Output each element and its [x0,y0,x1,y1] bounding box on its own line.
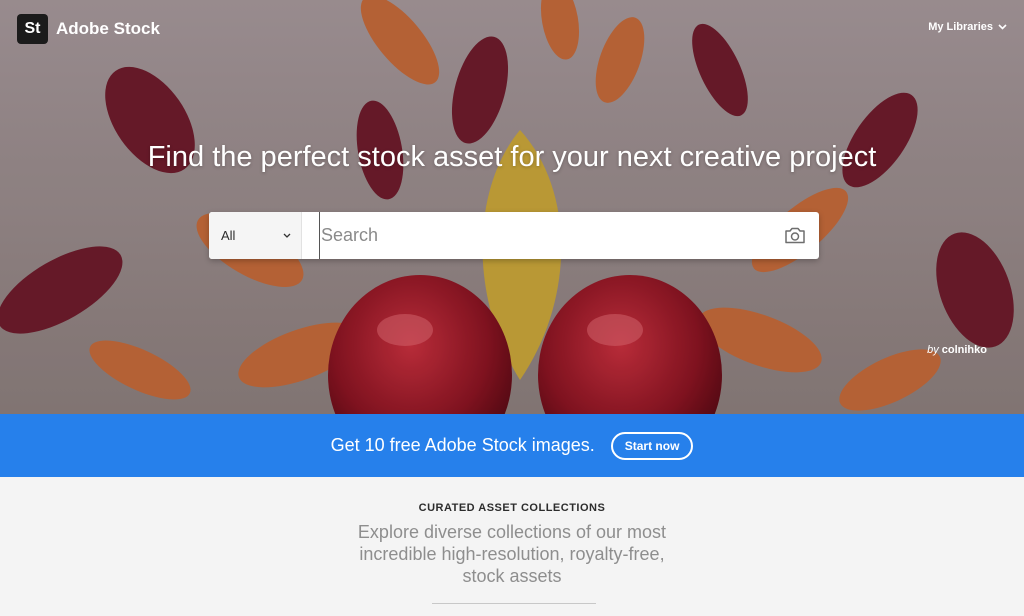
search-type-value: All [221,228,236,243]
visual-search-button[interactable] [771,212,819,259]
promo-banner: Get 10 free Adobe Stock images. Start no… [0,414,1024,477]
chevron-down-icon [998,24,1007,30]
camera-icon [785,227,805,244]
hero-banner: St Adobe Stock My Libraries Find the per… [0,0,1024,414]
credit-prefix: by [927,344,939,356]
my-libraries-menu[interactable]: My Libraries [928,21,1007,33]
promo-text: Get 10 free Adobe Stock images. [330,435,595,455]
section-label: CURATED ASSET COLLECTIONS [418,502,606,514]
credit-author: colnihko [941,344,987,356]
my-libraries-label: My Libraries [928,21,993,33]
start-now-button[interactable]: Start now [610,431,694,460]
section-description: Explore diverse collections of our most … [357,522,667,586]
search-type-dropdown[interactable]: All [209,212,302,259]
adobe-stock-logo-icon: St [17,14,48,44]
search-bar: All [209,212,819,259]
search-input[interactable] [319,212,771,259]
chevron-down-icon [283,233,291,238]
divider [432,603,596,604]
curated-collections-section: CURATED ASSET COLLECTIONS Explore divers… [0,477,1024,616]
hero-title: Find the perfect stock asset for your ne… [147,141,877,173]
hero-background-image [0,0,1024,414]
photo-credit[interactable]: by colnihko [927,344,987,356]
logo-text: Adobe Stock [56,19,160,38]
adobe-stock-logo[interactable]: St Adobe Stock [17,14,160,44]
